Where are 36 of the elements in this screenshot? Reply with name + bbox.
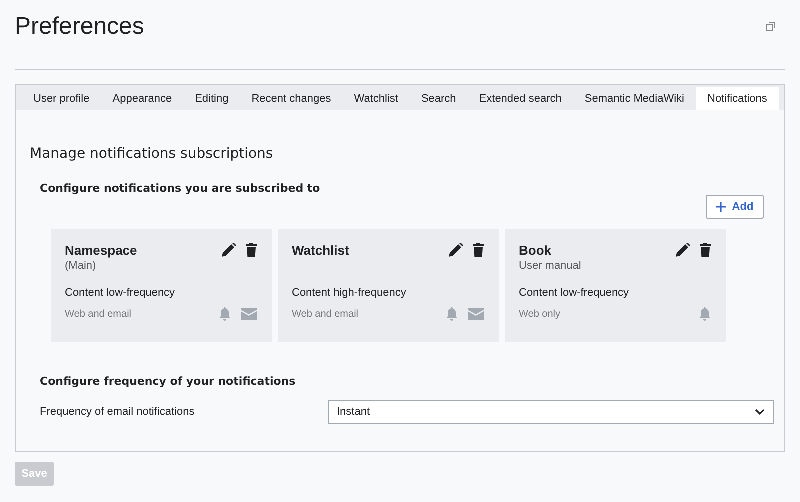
frequency-dropdown[interactable]: Instant	[328, 400, 774, 424]
add-button[interactable]: Add	[706, 195, 764, 219]
tab[interactable]: Editing	[184, 87, 240, 110]
pencil-icon[interactable]	[222, 243, 236, 257]
page-title: Preferences	[15, 12, 144, 41]
frequency-text: Content low-frequency	[519, 287, 630, 299]
section-title: Manage notifications subscriptions	[30, 146, 274, 164]
tab[interactable]: User profile	[22, 87, 102, 110]
pencil-icon[interactable]	[676, 243, 690, 257]
window-icon[interactable]	[766, 22, 775, 30]
trash-icon[interactable]	[473, 243, 484, 257]
delivery-text: Web and email	[292, 308, 360, 320]
tab[interactable]: Semantic MediaWiki	[573, 87, 696, 110]
chevron-down-icon	[755, 409, 765, 415]
frequency-text: Content low-frequency	[65, 287, 176, 299]
card-subtitle: User manual	[519, 260, 582, 272]
card-subtitle: (Main)	[65, 260, 98, 272]
card-title: Namespace	[65, 243, 138, 258]
tab[interactable]: Watchlist	[342, 87, 410, 110]
tab[interactable]: Extended search	[468, 87, 574, 110]
frequency-text: Content high-frequency	[292, 287, 408, 299]
delivery-text: Web and email	[65, 308, 133, 320]
trash-icon[interactable]	[700, 243, 711, 257]
tab[interactable]: Appearance	[101, 87, 184, 110]
card-title: Watchlist	[292, 243, 350, 258]
section-heading: Configure frequency of your notifications	[40, 375, 297, 388]
tab[interactable]: Recent changes	[240, 87, 343, 110]
plus-icon	[716, 202, 726, 212]
card-title: Book	[519, 243, 552, 258]
trash-icon[interactable]	[246, 243, 257, 257]
delivery-text: Web only	[519, 308, 562, 320]
tab[interactable]: Search	[410, 87, 468, 110]
tab[interactable]: Notifications	[696, 87, 779, 110]
field-label: Frequency of email notifications	[40, 406, 196, 418]
section-heading: Configure notifications you are subscribed to	[40, 182, 322, 195]
pencil-icon[interactable]	[449, 243, 463, 257]
